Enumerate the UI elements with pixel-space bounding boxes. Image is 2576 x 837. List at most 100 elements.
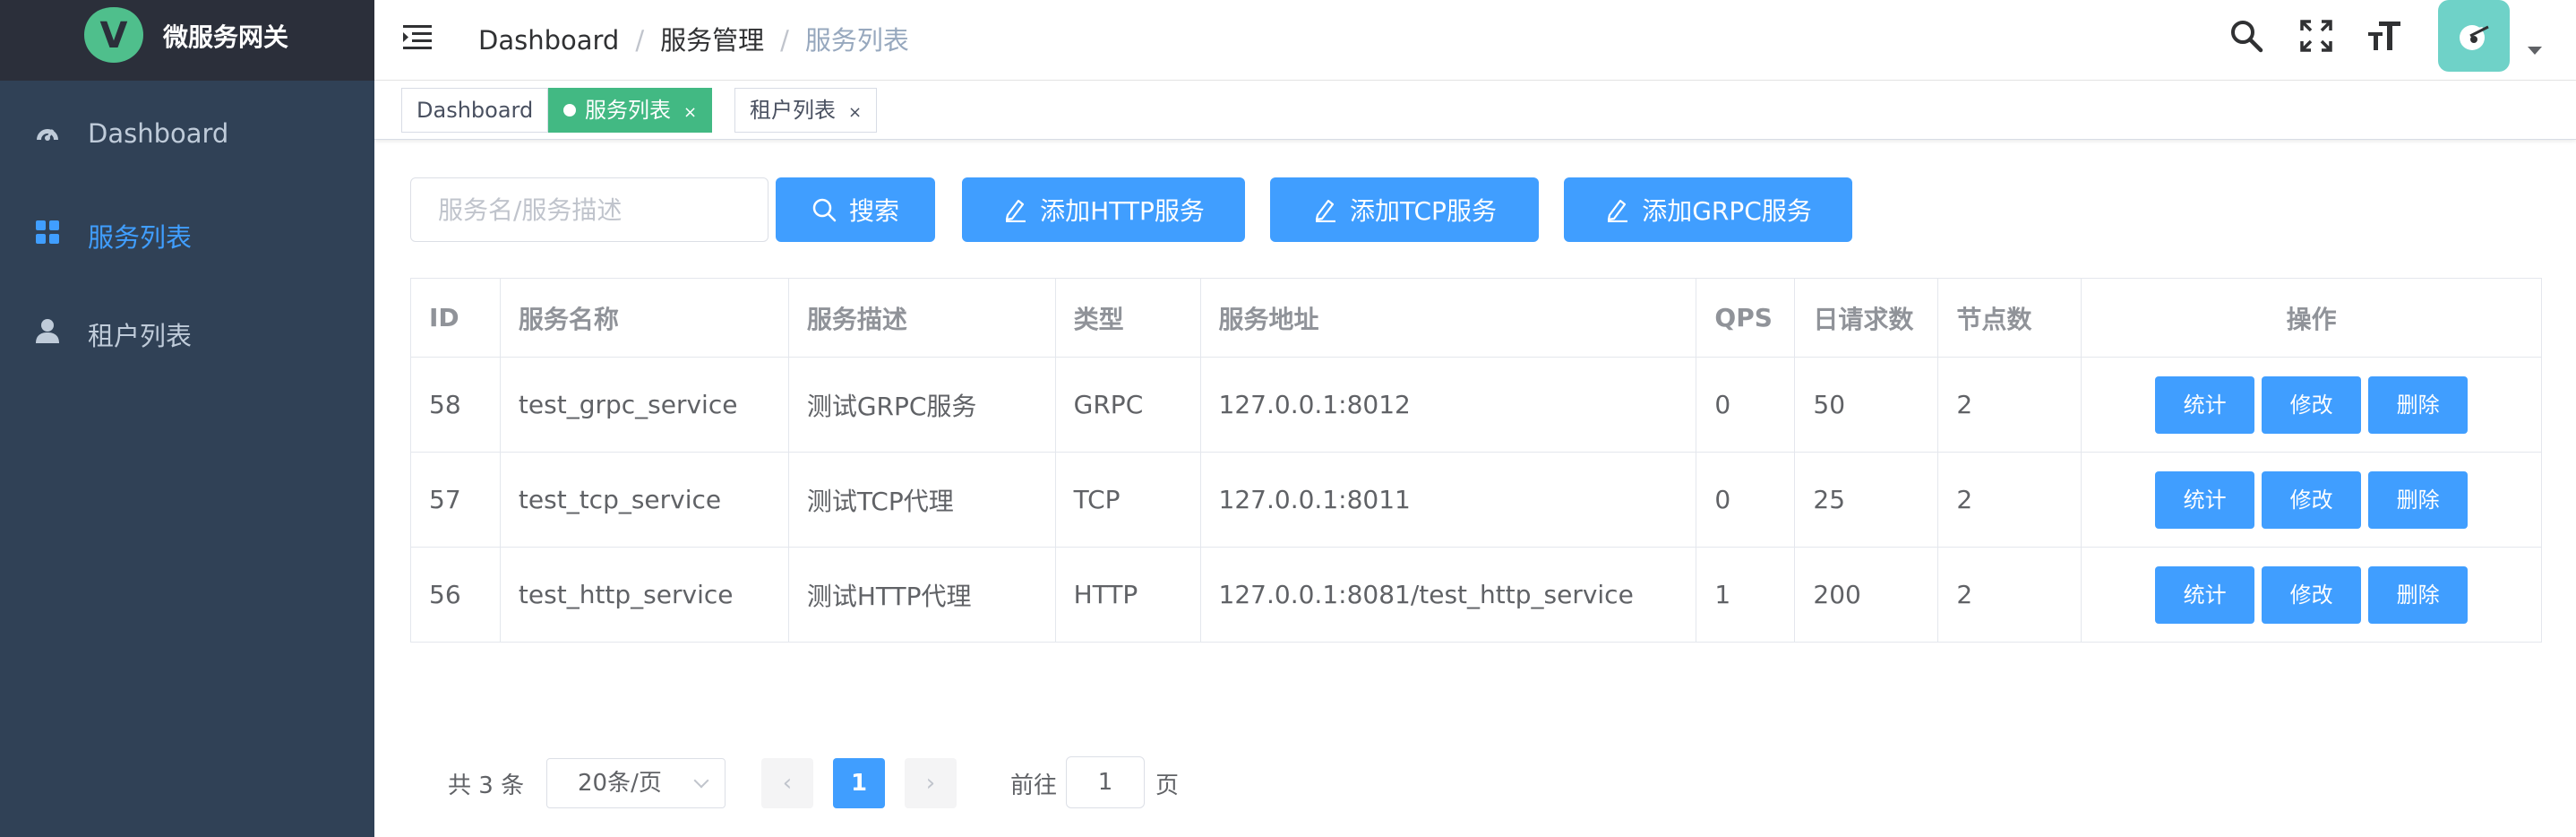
tag-dashboard[interactable]: Dashboard	[401, 88, 549, 133]
edit-button[interactable]: 修改	[2262, 470, 2362, 529]
cell-daily-requests: 200	[1794, 547, 1939, 643]
breadcrumb-service-management[interactable]: 服务管理	[660, 25, 764, 56]
cell-address: 127.0.0.1:8081/test_http_service	[1199, 547, 1697, 643]
goto-label: 前往	[1010, 772, 1058, 799]
column-header-name: 服务名称	[499, 278, 789, 358]
sidebar-item-label: Dashboard	[88, 118, 229, 149]
column-header-actions: 操作	[2081, 278, 2542, 358]
svg-text:V: V	[100, 15, 128, 56]
page-size-value: 20条/页	[578, 770, 662, 797]
edit-icon	[1608, 199, 1628, 222]
delete-button[interactable]: 删除	[2368, 375, 2469, 434]
prev-page-button[interactable]: ‹	[761, 758, 813, 808]
cell-name: test_tcp_service	[499, 452, 789, 548]
cell-actions: 统计 修改 删除	[2081, 357, 2542, 453]
sidebar: V 微服务网关 Dashboard 服务列表 租户列表	[0, 0, 374, 837]
page-size-select[interactable]: 20条/页	[546, 758, 726, 808]
next-page-button[interactable]: ›	[905, 758, 957, 808]
sidebar-item-dashboard[interactable]: Dashboard	[0, 84, 374, 183]
cell-address: 127.0.0.1:8012	[1199, 357, 1697, 453]
breadcrumb-current: 服务列表	[804, 25, 909, 56]
edit-button[interactable]: 修改	[2262, 375, 2362, 434]
table-row: 58 test_grpc_service 测试GRPC服务 GRPC 127.0…	[410, 357, 2542, 453]
sidebar-item-tenants[interactable]: 租户列表	[0, 281, 374, 380]
delete-button[interactable]: 删除	[2368, 565, 2469, 624]
breadcrumb-separator: /	[780, 25, 789, 56]
dashboard-icon	[37, 129, 58, 141]
tag-label: 租户列表	[750, 98, 836, 123]
user-icon	[36, 319, 59, 343]
edit-button[interactable]: 修改	[2262, 565, 2362, 624]
edit-icon	[1006, 199, 1026, 222]
cell-nodes: 2	[1937, 452, 2082, 548]
tag-label: 服务列表	[585, 98, 671, 123]
edit-icon	[1315, 199, 1336, 222]
cell-desc: 测试TCP代理	[787, 452, 1056, 548]
close-icon[interactable]: ×	[848, 103, 862, 122]
stats-button[interactable]: 统计	[2155, 375, 2255, 434]
cell-id: 56	[410, 547, 501, 643]
stats-button[interactable]: 统计	[2155, 470, 2255, 529]
sidebar-item-label: 服务列表	[88, 222, 193, 253]
font-size-icon[interactable]	[2366, 18, 2402, 54]
add-grpc-label: 添加GRPC服务	[1642, 196, 1812, 226]
hamburger-icon[interactable]	[401, 22, 434, 52]
sidebar-item-services[interactable]: 服务列表	[0, 183, 374, 281]
cell-id: 58	[410, 357, 501, 453]
service-table: ID 服务名称 服务描述 类型 服务地址 QPS 日请求数 节点数 操作 58 …	[410, 278, 2542, 643]
column-header-qps: QPS	[1696, 278, 1796, 358]
search-icon[interactable]	[2228, 18, 2264, 54]
cell-desc: 测试HTTP代理	[787, 547, 1056, 643]
search-input[interactable]	[410, 177, 769, 242]
add-tcp-service-button[interactable]: 添加TCP服务	[1270, 177, 1539, 242]
cell-type: GRPC	[1054, 357, 1201, 453]
tag-services[interactable]: 服务列表 ×	[548, 88, 713, 133]
table-row: 56 test_http_service 测试HTTP代理 HTTP 127.0…	[410, 547, 2542, 643]
avatar-dropdown-caret[interactable]	[2528, 47, 2542, 55]
breadcrumb: Dashboard / 服务管理 / 服务列表	[478, 20, 909, 57]
app-title: 微服务网关	[163, 22, 289, 52]
cell-qps: 0	[1696, 452, 1796, 548]
delete-button[interactable]: 删除	[2368, 470, 2469, 529]
pagination-total: 共 3 条	[448, 772, 525, 799]
sidebar-logo[interactable]: V 微服务网关	[0, 0, 374, 81]
avatar[interactable]	[2438, 0, 2510, 72]
add-tcp-label: 添加TCP服务	[1350, 196, 1497, 226]
cell-name: test_grpc_service	[499, 357, 789, 453]
search-icon	[812, 198, 837, 222]
cell-qps: 0	[1696, 357, 1796, 453]
breadcrumb-dashboard[interactable]: Dashboard	[478, 25, 619, 56]
column-header-id: ID	[410, 278, 501, 358]
close-icon[interactable]: ×	[683, 103, 697, 122]
cell-daily-requests: 25	[1794, 452, 1939, 548]
active-dot-icon	[563, 104, 576, 116]
cell-id: 57	[410, 452, 501, 548]
avatar-image	[2460, 25, 2489, 50]
cell-daily-requests: 50	[1794, 357, 1939, 453]
table-header-row: ID 服务名称 服务描述 类型 服务地址 QPS 日请求数 节点数 操作	[410, 278, 2542, 358]
page-suffix-label: 页	[1155, 772, 1180, 799]
cell-nodes: 2	[1937, 357, 2082, 453]
tag-tenants[interactable]: 租户列表 ×	[734, 88, 878, 133]
cell-actions: 统计 修改 删除	[2081, 547, 2542, 643]
column-header-desc: 服务描述	[787, 278, 1056, 358]
grid-icon	[36, 220, 59, 244]
chevron-down-icon	[693, 772, 709, 789]
column-header-daily-requests: 日请求数	[1794, 278, 1939, 358]
cell-nodes: 2	[1937, 547, 2082, 643]
sidebar-item-label: 租户列表	[88, 321, 193, 351]
cell-type: TCP	[1054, 452, 1201, 548]
column-header-nodes: 节点数	[1937, 278, 2082, 358]
tag-label: Dashboard	[416, 98, 534, 123]
stats-button[interactable]: 统计	[2155, 565, 2255, 624]
cell-actions: 统计 修改 删除	[2081, 452, 2542, 548]
add-http-service-button[interactable]: 添加HTTP服务	[962, 177, 1245, 242]
add-http-label: 添加HTTP服务	[1040, 196, 1205, 226]
add-grpc-service-button[interactable]: 添加GRPC服务	[1564, 177, 1852, 242]
goto-page-input[interactable]	[1066, 756, 1145, 808]
page-number-button[interactable]: 1	[833, 758, 885, 808]
breadcrumb-separator: /	[635, 25, 645, 56]
search-button[interactable]: 搜索	[776, 177, 935, 242]
fullscreen-icon[interactable]	[2298, 18, 2334, 54]
cell-name: test_http_service	[499, 547, 789, 643]
